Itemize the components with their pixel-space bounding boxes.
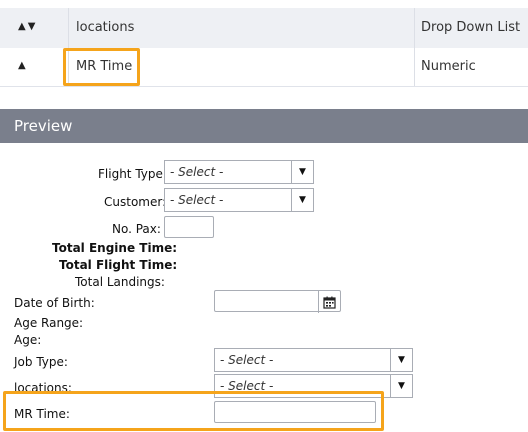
column-divider (68, 8, 69, 48)
sort-up-icon[interactable]: ▲ (18, 60, 28, 71)
field-type-cell: Drop Down List (421, 20, 521, 35)
total-flight-time-label: Total Flight Time: (59, 258, 178, 272)
table-row[interactable]: ▲▼ locations Drop Down List (0, 8, 528, 49)
preview-header: Preview (0, 109, 528, 143)
sort-arrows-icon[interactable]: ▲▼ (18, 21, 37, 32)
flight-type-select[interactable]: - Select - ▼ (164, 160, 314, 184)
chevron-down-icon[interactable]: ▼ (390, 349, 412, 371)
job-type-label: Job Type: (14, 355, 68, 369)
age-range-label: Age Range: (14, 316, 84, 330)
highlight-box (63, 48, 140, 86)
column-divider (414, 48, 415, 86)
column-divider (414, 8, 415, 48)
highlight-box (3, 391, 384, 431)
preview-title: Preview (14, 117, 73, 135)
field-type-cell: Numeric (421, 59, 476, 74)
no-pax-label: No. Pax: (112, 222, 161, 236)
customer-select[interactable]: - Select - ▼ (164, 188, 314, 212)
chevron-down-icon[interactable]: ▼ (291, 161, 313, 183)
select-value: - Select - (170, 165, 224, 179)
total-engine-time-label: Total Engine Time: (52, 241, 178, 255)
date-of-birth-input[interactable] (214, 290, 341, 313)
field-name-cell: locations (76, 20, 135, 35)
job-type-select[interactable]: - Select - ▼ (214, 348, 413, 372)
age-label: Age: (14, 333, 42, 347)
flight-type-label: Flight Type: (98, 167, 167, 181)
select-value: - Select - (220, 353, 274, 367)
customer-label: Customer: (104, 195, 167, 209)
total-landings-label: Total Landings: (75, 275, 165, 289)
calendar-icon[interactable] (318, 291, 340, 313)
no-pax-input[interactable] (164, 216, 214, 238)
date-of-birth-label: Date of Birth: (14, 296, 95, 310)
select-value: - Select - (170, 193, 224, 207)
chevron-down-icon[interactable]: ▼ (291, 189, 313, 211)
chevron-down-icon[interactable]: ▼ (390, 375, 412, 397)
